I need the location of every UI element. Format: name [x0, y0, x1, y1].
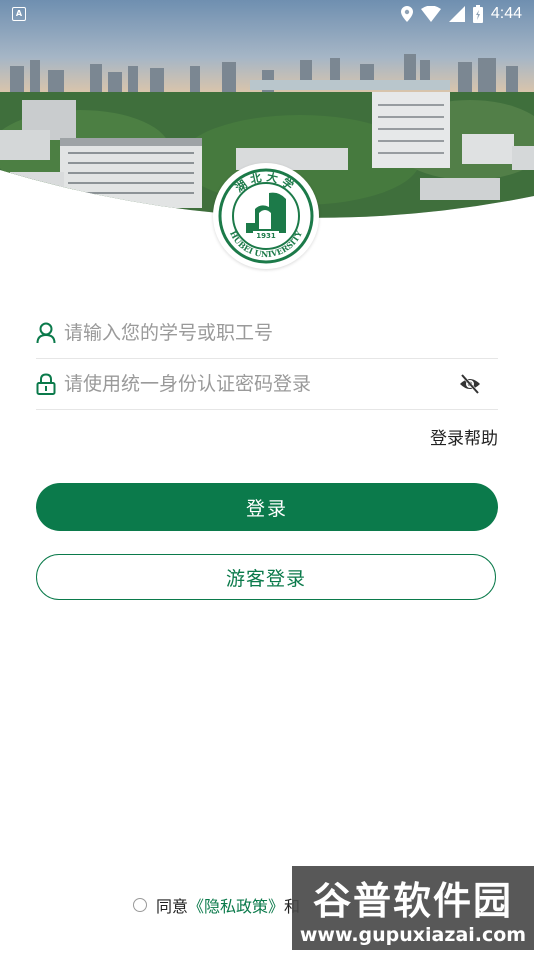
- location-icon: [400, 6, 413, 22]
- login-help-link[interactable]: 登录帮助: [430, 424, 498, 449]
- username-field: [36, 308, 498, 359]
- notification-icon: A: [12, 7, 26, 21]
- agreement-prefix: 同意: [156, 897, 189, 916]
- user-icon: [36, 322, 56, 344]
- agreement-radio[interactable]: [133, 898, 147, 912]
- agreement-row: 同意 《隐私政策》 和: [133, 893, 300, 917]
- status-bar: A 4:44: [0, 0, 534, 28]
- privacy-policy-link[interactable]: 《隐私政策》: [188, 893, 284, 917]
- watermark-url: www.gupuxiazai.com: [300, 924, 526, 946]
- username-input[interactable]: [64, 322, 498, 344]
- signal-icon: [448, 6, 465, 22]
- hide-password-icon[interactable]: [458, 372, 482, 396]
- password-input[interactable]: [64, 373, 458, 395]
- lock-icon: [36, 373, 56, 395]
- watermark-title: 谷普软件园: [313, 879, 513, 923]
- status-time: 4:44: [490, 5, 522, 22]
- battery-icon: [472, 5, 483, 23]
- guest-login-button[interactable]: 游客登录: [36, 554, 496, 600]
- watermark-logo: 谷普软件园 www.gupuxiazai.com: [292, 866, 534, 950]
- logo-year: 1931: [256, 232, 276, 240]
- wifi-icon: [420, 6, 441, 22]
- password-field: [36, 359, 498, 410]
- university-logo: 湖北大学 HUBEI UNIVERSITY 1931: [213, 163, 319, 269]
- login-button[interactable]: 登录: [36, 483, 498, 531]
